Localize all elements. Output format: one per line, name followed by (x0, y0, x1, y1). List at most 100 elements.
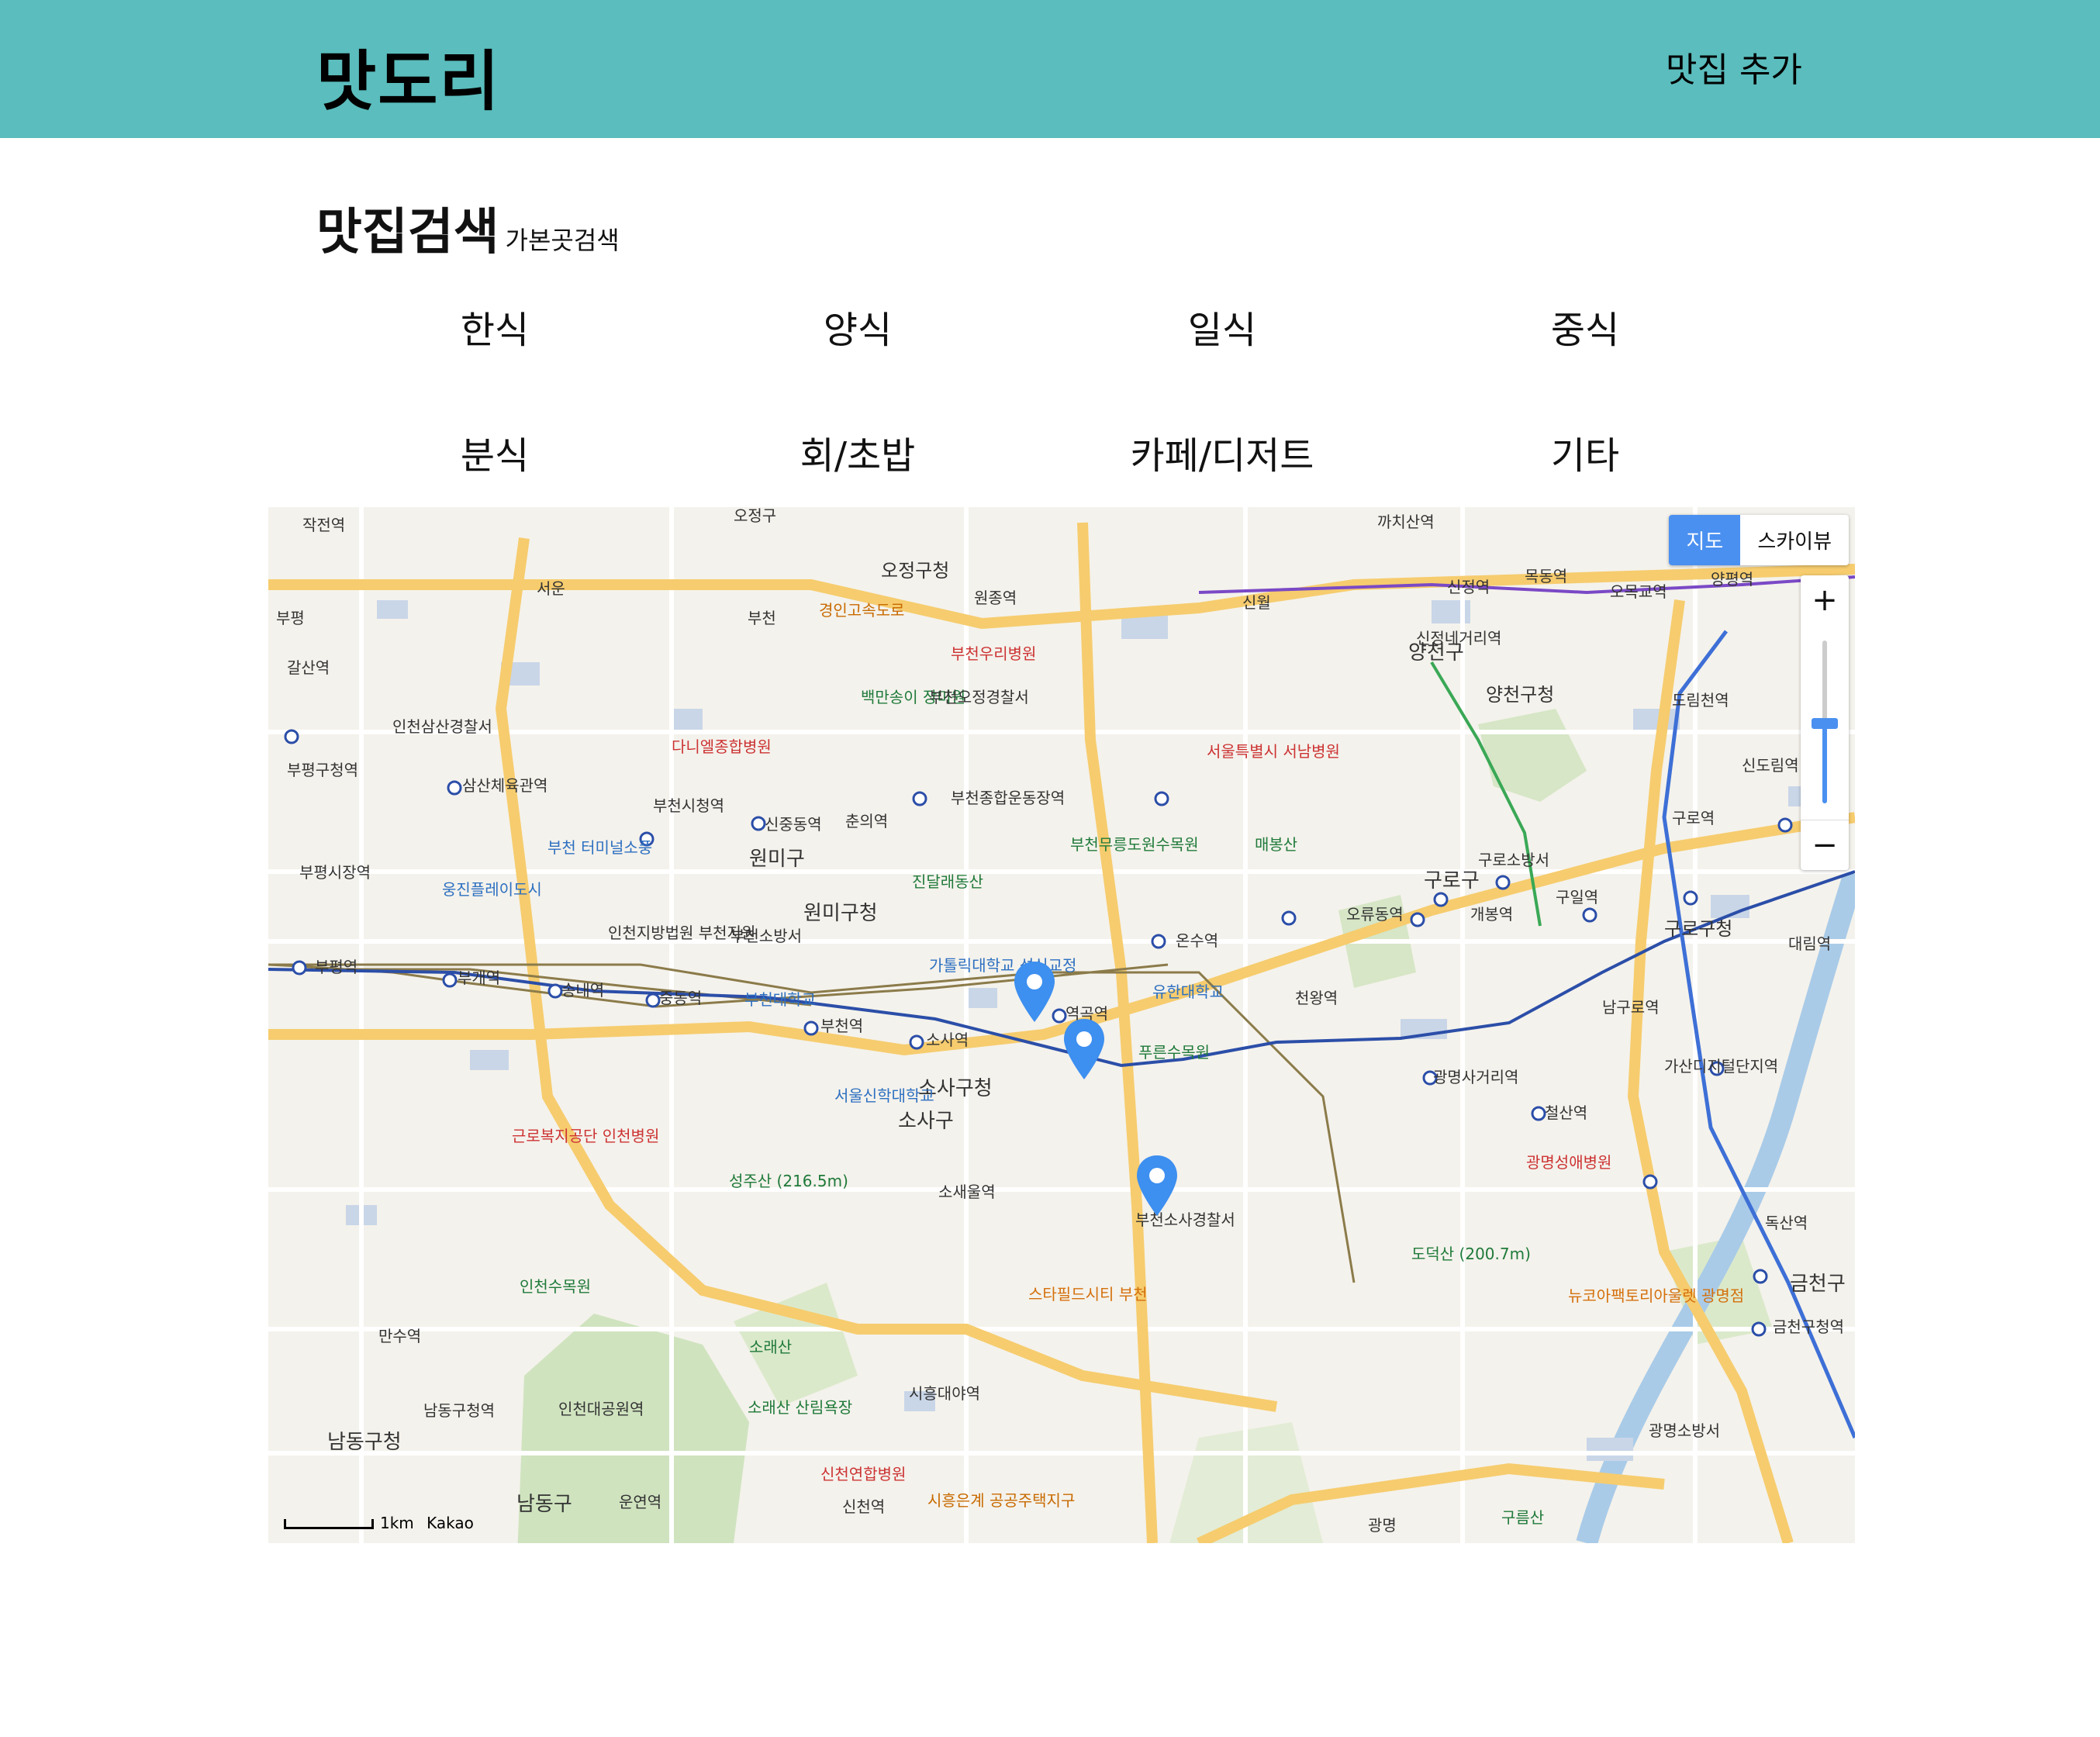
map-label: 부천 터미널소풍 (547, 838, 652, 857)
category-korean[interactable]: 한식 (378, 299, 611, 354)
map-label: 광명사거리역 (1433, 1068, 1518, 1086)
map-label: 신도림역 (1742, 756, 1799, 775)
category-etc[interactable]: 기타 (1469, 425, 1701, 479)
map-label: 시흥은계 공공주택지구 (927, 1491, 1075, 1510)
zoom-slider-handle[interactable] (1812, 718, 1838, 729)
map-label: 시흥대야역 (909, 1384, 980, 1403)
map-label: 근로복지공단 인천병원 (512, 1127, 659, 1145)
map-label: 매봉산 (1255, 835, 1297, 854)
map-label: 만수역 (378, 1327, 421, 1345)
map-label: 소래산 (749, 1338, 792, 1356)
map-label: 부천 (748, 609, 776, 627)
map-label: 구로역 (1672, 809, 1715, 827)
skyview-button[interactable]: 스카이뷰 (1740, 515, 1849, 565)
top-header: 맛도리 맛집 추가 (0, 0, 2100, 138)
scale-label: 1km (380, 1514, 414, 1532)
search-title-row: 맛집검색 가본곳검색 (316, 192, 620, 264)
map-label: 부천무릉도원수목원 (1070, 835, 1199, 854)
map-label: 부평구청역 (287, 761, 358, 779)
category-sushi[interactable]: 회/초밥 (741, 425, 974, 479)
map-label: 대림역 (1788, 934, 1831, 953)
map-label: 천왕역 (1295, 989, 1338, 1007)
map-label: 구로구 (1424, 869, 1480, 893)
map-label: 구로소방서 (1478, 851, 1549, 869)
map-label: 부천우리병원 (951, 644, 1036, 663)
category-japanese[interactable]: 일식 (1106, 299, 1338, 354)
map-label: 신정네거리역 (1416, 629, 1501, 647)
map-label: 유한대학교 (1152, 982, 1224, 1001)
map-label: 부개역 (458, 969, 500, 987)
zoom-out-button[interactable]: − (1801, 820, 1849, 870)
map-label: 신정역 (1447, 578, 1490, 596)
map-label: 서울신학대학교 (834, 1086, 934, 1105)
page-title: 맛집검색 (316, 204, 499, 261)
map-labels-layer: 오정구 오정구청 원종역 경인고속도로 부천우리병원 까치산역 신정역 목동역 … (276, 507, 1846, 1535)
map-label: 소래산 산림욕장 (748, 1398, 852, 1417)
map-label: 개봉역 (1470, 905, 1513, 924)
map-label: 성주산 (216.5m) (729, 1172, 848, 1190)
map-scale: 1km Kakao (284, 1514, 474, 1532)
add-restaurant-link[interactable]: 맛집 추가 (1666, 42, 1802, 92)
map-label: 구일역 (1556, 888, 1598, 906)
restaurant-marker-icon[interactable] (1135, 1154, 1179, 1217)
map-label: 삼산체육관역 (462, 776, 547, 795)
category-western[interactable]: 양식 (741, 299, 974, 354)
category-chinese[interactable]: 중식 (1469, 299, 1701, 354)
map-label: 푸른수목원 (1138, 1043, 1210, 1062)
map-label: 신중동역 (765, 815, 822, 834)
map-label: 부천종합운동장역 (951, 789, 1065, 807)
map-label: 작전역 (302, 516, 345, 534)
map-label: 오정구청 (881, 560, 949, 582)
map-label: 광명소방서 (1649, 1421, 1720, 1440)
map-label: 까치산역 (1377, 513, 1435, 531)
map-label: 원종역 (974, 589, 1017, 607)
category-snack[interactable]: 분식 (378, 425, 611, 479)
map-label: 부평역 (315, 958, 357, 976)
map-type-control: 지도 스카이뷰 (1669, 515, 1849, 565)
map-label: 신천연합병원 (820, 1465, 906, 1483)
map-label: 독산역 (1765, 1214, 1808, 1232)
site-logo[interactable]: 맛도리 (316, 29, 501, 123)
map-label: 인천수목원 (520, 1277, 591, 1296)
map-label: 부천대학교 (744, 990, 816, 1009)
map-label: 부평시장역 (299, 863, 371, 882)
map-label: 진달래동산 (912, 872, 983, 891)
restaurant-marker-icon[interactable] (1062, 1017, 1106, 1081)
map-label: 부평 (276, 609, 305, 627)
map-label: 서울특별시 서남병원 (1207, 742, 1340, 761)
restaurant-marker-icon[interactable] (1013, 960, 1056, 1024)
map-label: 목동역 (1525, 567, 1567, 585)
map-label: 철산역 (1545, 1103, 1587, 1122)
map-type-button[interactable]: 지도 (1669, 515, 1741, 565)
map-label: 남동구청 (327, 1431, 402, 1454)
map-label: 남구로역 (1602, 998, 1660, 1017)
map-label: 인천삼산경찰서 (392, 717, 492, 736)
map-label: 광명성애병원 (1526, 1153, 1611, 1172)
map-label: 가산디지털단지역 (1664, 1057, 1778, 1076)
map-label: 다니엘종합병원 (672, 737, 772, 756)
map-label: 도림천역 (1672, 691, 1729, 710)
map-label: 원미구청 (803, 902, 878, 925)
map-label: 운연역 (619, 1493, 661, 1511)
zoom-in-button[interactable]: + (1801, 575, 1849, 625)
map-label: 신천역 (842, 1497, 885, 1516)
map-label: 춘의역 (845, 812, 888, 831)
zoom-control: + − (1801, 575, 1849, 870)
restaurant-map[interactable]: 오정구 오정구청 원종역 경인고속도로 부천우리병원 까치산역 신정역 목동역 … (268, 507, 1855, 1543)
visited-search-link[interactable]: 가본곳검색 (506, 226, 620, 255)
scale-bar (284, 1519, 374, 1529)
map-label: 광명 (1368, 1516, 1397, 1535)
category-cafe-dessert[interactable]: 카페/디저트 (1106, 425, 1338, 479)
map-label: 뉴코아팩토리아울렛 광명점 (1568, 1286, 1744, 1305)
map-label: 금천구청역 (1773, 1317, 1844, 1336)
map-label: 오정구 (734, 507, 776, 525)
map-label: 오류동역 (1346, 905, 1404, 924)
map-label: 부천오정경찰서 (929, 688, 1029, 706)
map-label: 온수역 (1176, 931, 1218, 950)
map-label: 구로구청 (1664, 918, 1732, 940)
map-label: 남동구 (516, 1493, 572, 1516)
map-label: 양평역 (1711, 570, 1753, 589)
map-provider: Kakao (427, 1514, 474, 1532)
map-label: 구름산 (1501, 1508, 1544, 1527)
map-label: 인천대공원역 (558, 1400, 644, 1418)
